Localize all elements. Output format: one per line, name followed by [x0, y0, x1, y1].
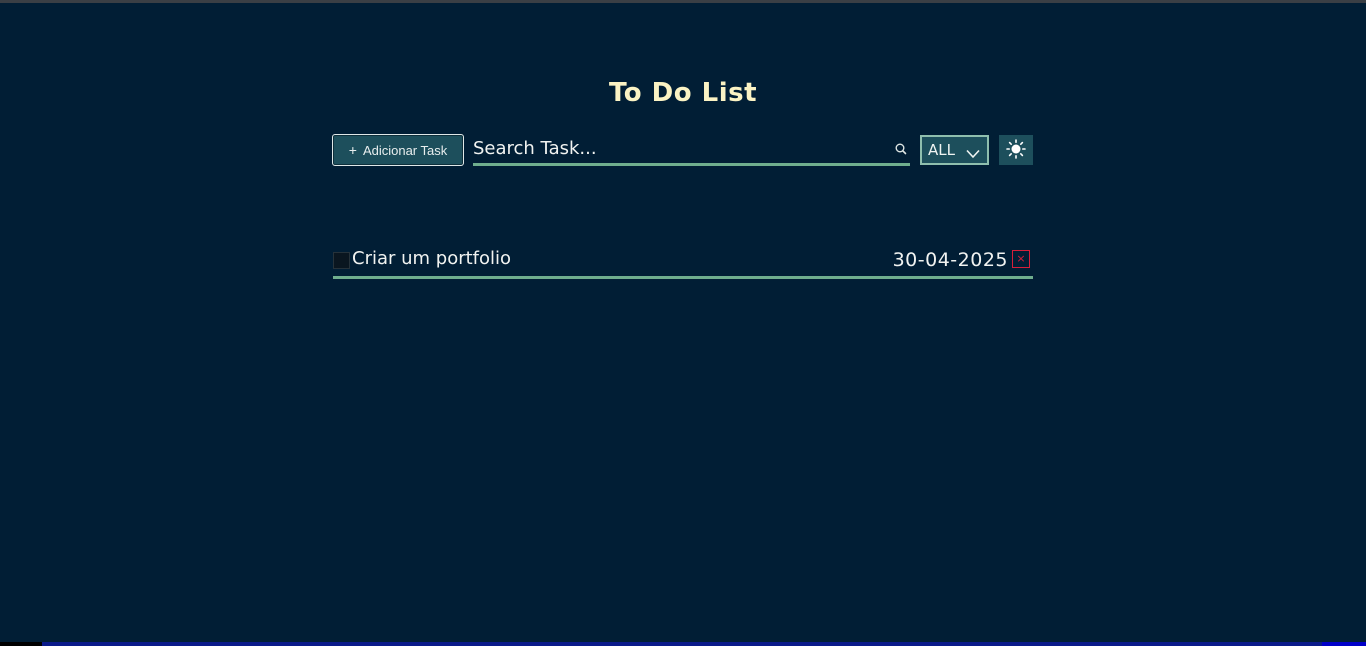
- task-checkbox[interactable]: [333, 252, 350, 269]
- add-task-button[interactable]: + Adicionar Task: [332, 134, 464, 166]
- task-date: 30-04-2025: [892, 249, 1008, 271]
- add-task-button-label: Adicionar Task: [362, 142, 448, 158]
- search-bar: [473, 134, 910, 166]
- taskbar-strip-right: [1322, 642, 1366, 646]
- search-icon[interactable]: [894, 141, 908, 155]
- delete-task-button[interactable]: ×: [1012, 250, 1030, 268]
- filter-select[interactable]: ALL: [920, 135, 989, 165]
- taskbar-strip: [0, 642, 1366, 646]
- sun-icon: [1006, 138, 1026, 162]
- task-text: Criar um portfolio: [352, 248, 512, 269]
- task-item: Criar um portfolio 30-04-2025 ×: [333, 244, 1033, 279]
- filter-selected-value: ALL: [928, 141, 955, 159]
- taskbar-strip-left: [0, 642, 42, 646]
- search-input[interactable]: [473, 134, 883, 162]
- close-icon: ×: [1016, 252, 1026, 265]
- plus-icon: +: [348, 142, 357, 158]
- chevron-down-icon: [966, 145, 980, 159]
- theme-toggle-button[interactable]: [999, 135, 1033, 165]
- window-top-border: [0, 0, 1366, 3]
- page-title: To Do List: [608, 78, 758, 108]
